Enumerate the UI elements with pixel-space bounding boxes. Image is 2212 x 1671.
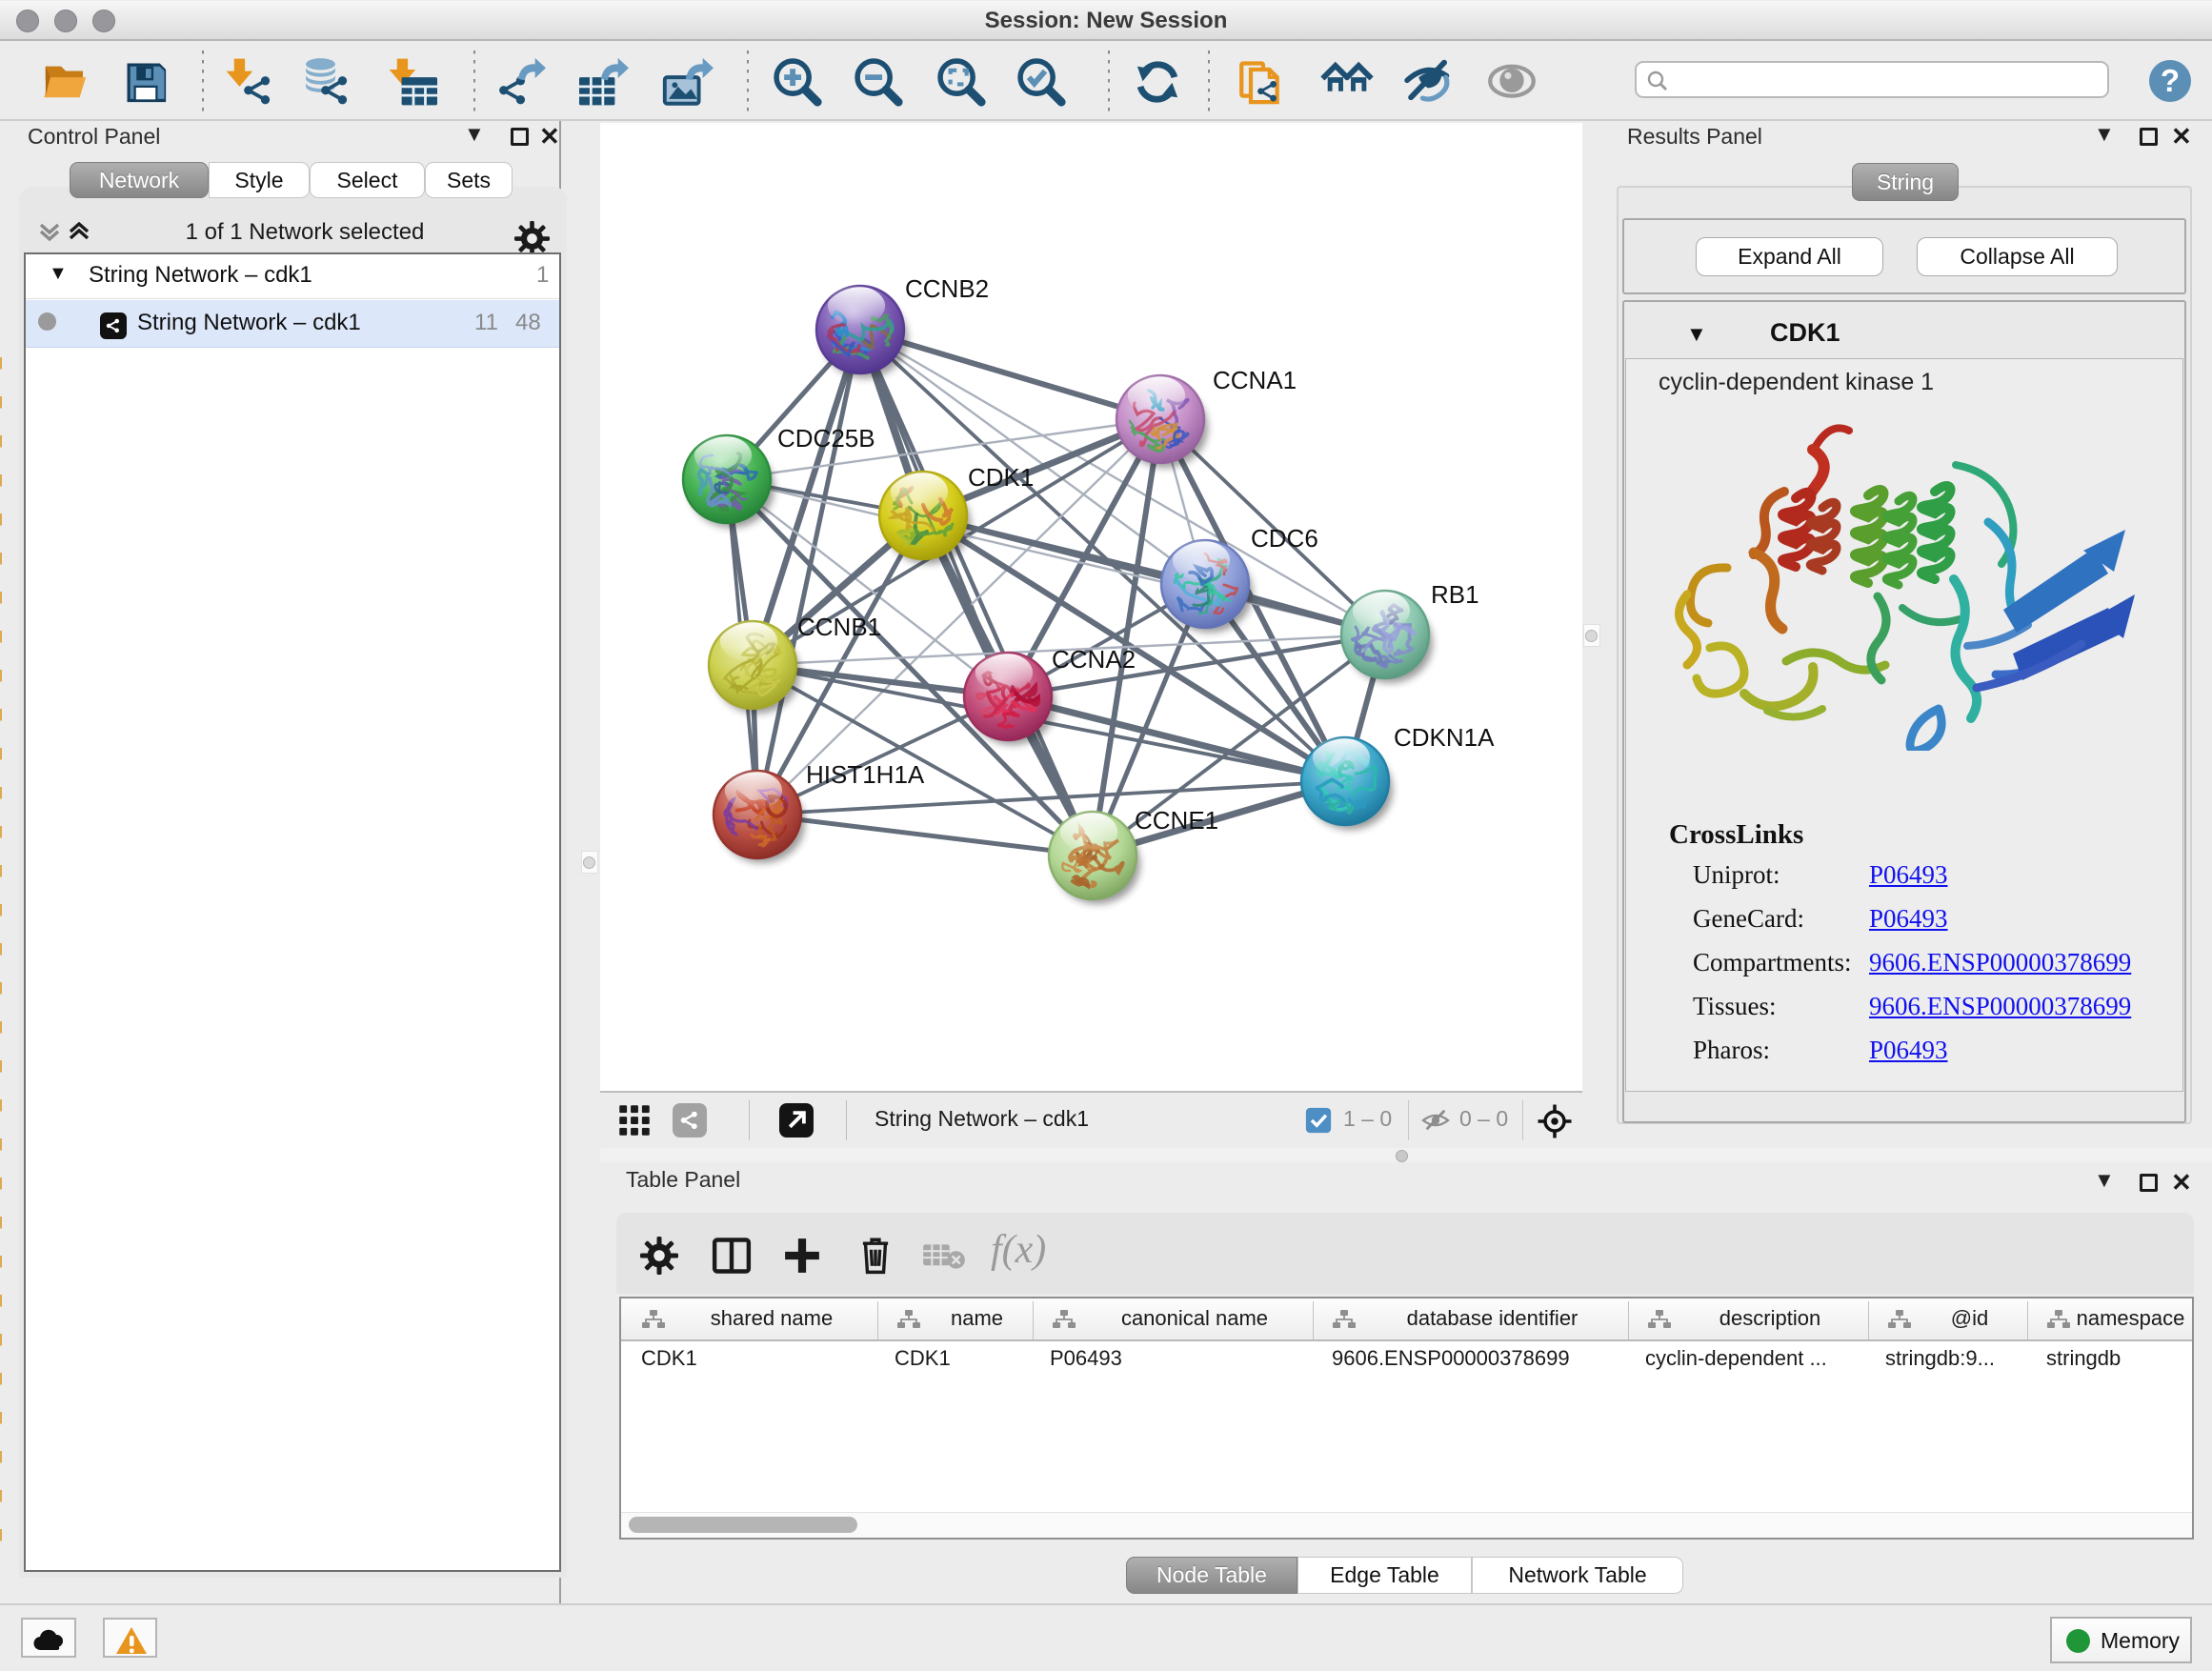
svg-text:CCNB1: CCNB1 — [797, 613, 881, 641]
svg-text:RB1: RB1 — [1431, 580, 1479, 609]
svg-text:CCNE1: CCNE1 — [1135, 806, 1218, 835]
svg-text:HIST1H1A: HIST1H1A — [806, 760, 925, 789]
svg-text:CDC6: CDC6 — [1251, 524, 1318, 553]
svg-text:CCNA1: CCNA1 — [1213, 366, 1297, 394]
svg-text:CDK1: CDK1 — [968, 463, 1034, 492]
svg-text:CDC25B: CDC25B — [777, 424, 875, 453]
svg-text:CCNB2: CCNB2 — [905, 274, 989, 303]
svg-text:CDKN1A: CDKN1A — [1394, 723, 1495, 752]
svg-text:CCNA2: CCNA2 — [1052, 645, 1136, 674]
